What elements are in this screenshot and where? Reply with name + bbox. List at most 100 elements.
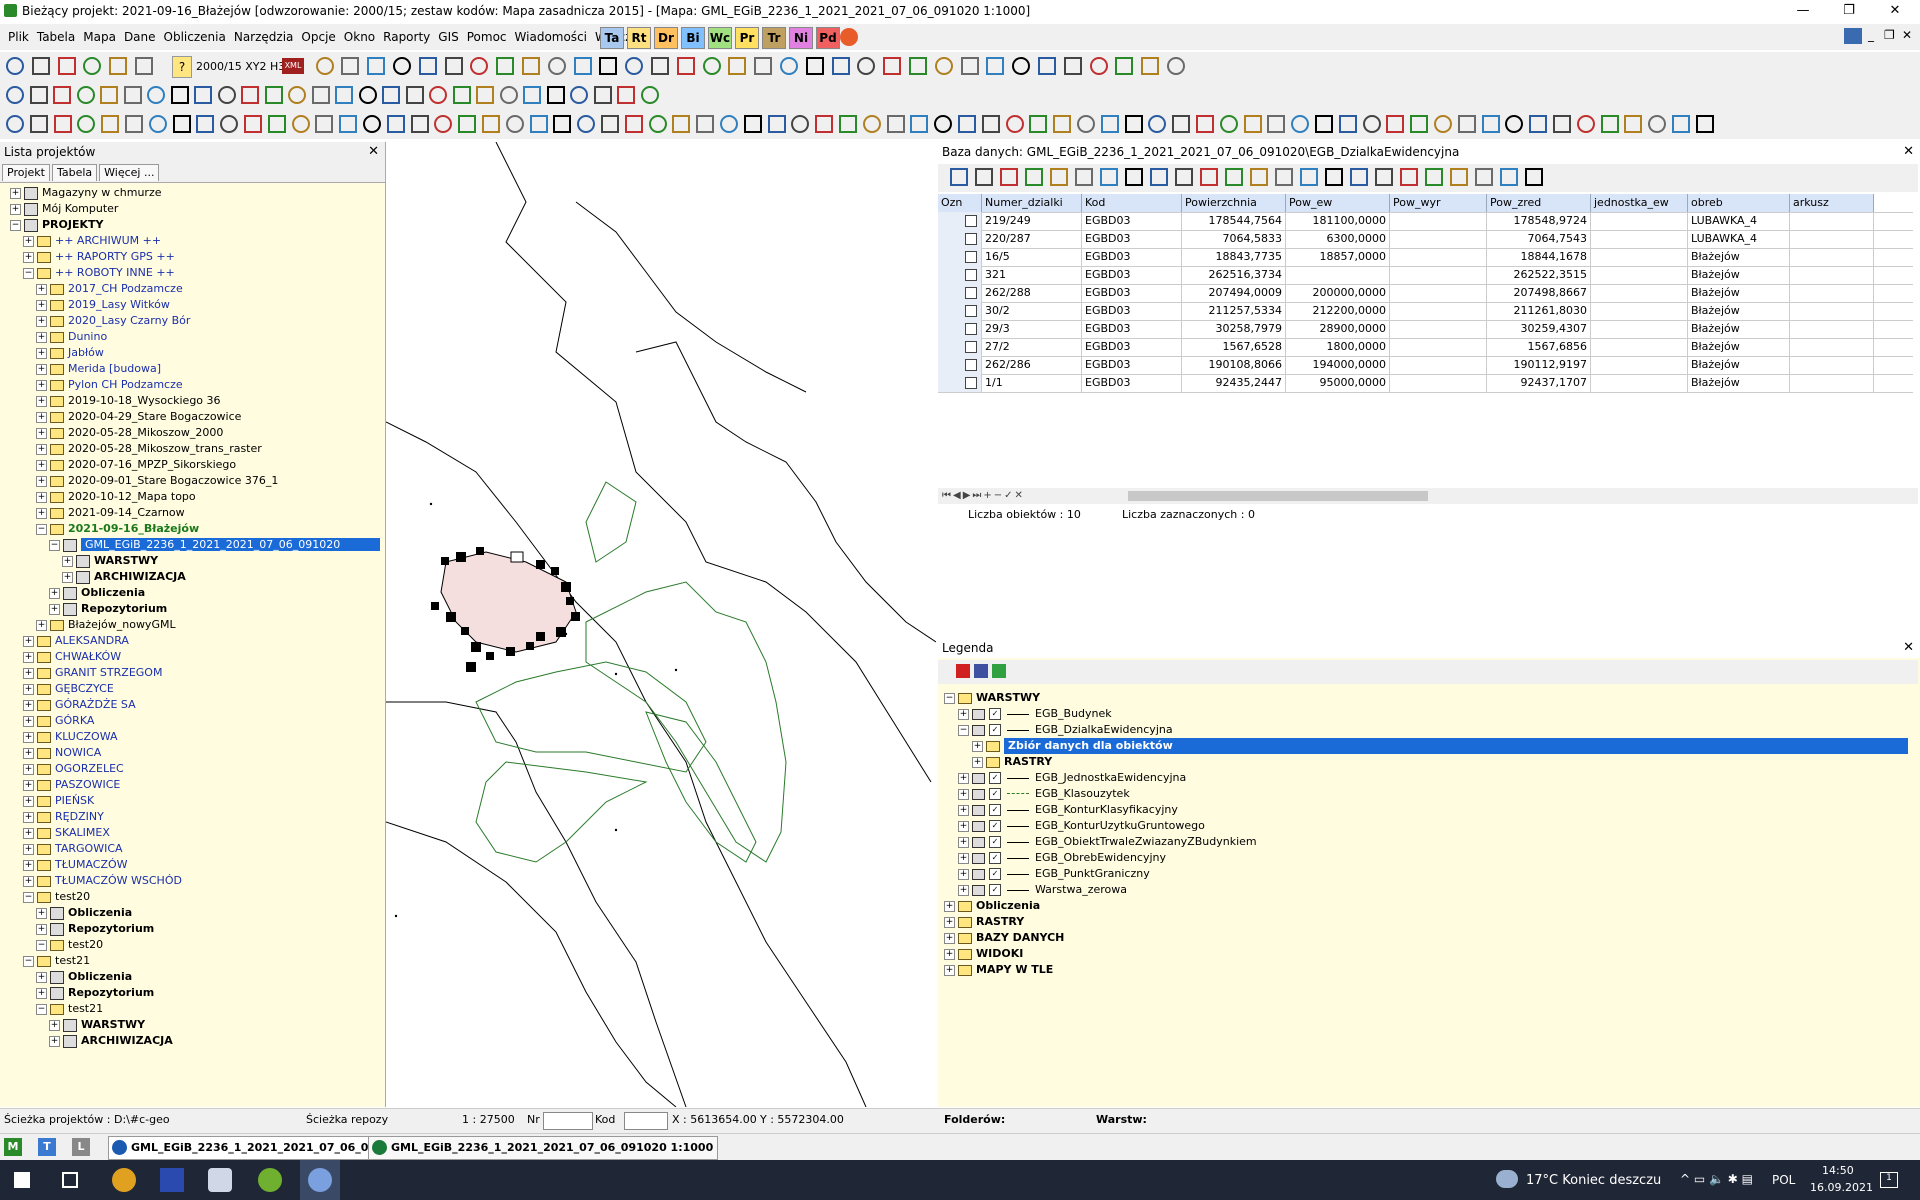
table-cell[interactable]: 262522,3515 xyxy=(1487,266,1591,284)
table-row[interactable]: 29/3 EGBD03 30258,7979 28900,0000 30259,4307… xyxy=(938,320,1913,339)
tool-icon[interactable] xyxy=(1481,115,1500,133)
tool-icon[interactable] xyxy=(147,86,165,104)
expand-toggle-icon[interactable]: + xyxy=(36,331,47,343)
expand-toggle-icon[interactable]: + xyxy=(49,587,60,599)
tool-icon[interactable] xyxy=(1434,115,1452,133)
project-tree-item[interactable]: + TŁUMACZÓW WSCHÓD xyxy=(23,873,182,889)
tool-icon[interactable] xyxy=(805,57,824,75)
table-cell[interactable]: 190108,8066 xyxy=(1182,356,1286,374)
row-marker-cell[interactable] xyxy=(938,212,982,230)
tool-icon[interactable] xyxy=(405,86,424,104)
legend-item[interactable]: + WIDOKI xyxy=(944,946,1023,962)
qgis-icon[interactable] xyxy=(258,1168,282,1192)
table-row[interactable]: 262/288 EGBD03 207494,0009 200000,0000 20749… xyxy=(938,284,1913,303)
table-cell[interactable]: 92435,2447 xyxy=(1182,374,1286,392)
tool-icon[interactable] xyxy=(170,86,189,104)
project-tree-item[interactable]: + WARSTWY xyxy=(62,553,158,569)
expand-toggle-icon[interactable]: − xyxy=(23,267,34,279)
project-tree-item[interactable]: + PIEŃSK xyxy=(23,793,94,809)
tool-icon[interactable] xyxy=(288,86,306,104)
table-cell[interactable] xyxy=(1591,374,1688,392)
layer-visibility-checkbox[interactable]: ✓ xyxy=(989,708,1001,720)
expand-toggle-icon[interactable]: + xyxy=(36,459,47,471)
table-cell[interactable]: Błażejów xyxy=(1688,374,1790,392)
tool-icon[interactable] xyxy=(1219,115,1238,133)
weather-text[interactable]: 17°C Koniec deszczu xyxy=(1526,1173,1661,1188)
table-row[interactable]: 1/1 EGBD03 92435,2447 95000,0000 92437,1707 B… xyxy=(938,374,1913,393)
layer-visibility-checkbox[interactable]: ✓ xyxy=(989,836,1001,848)
tool-icon[interactable] xyxy=(135,57,153,75)
code-set-button[interactable]: Tr xyxy=(762,27,786,49)
tool-icon[interactable] xyxy=(358,86,377,104)
expand-toggle-icon[interactable]: − xyxy=(36,1003,47,1015)
tool-icon[interactable] xyxy=(1167,57,1185,75)
table-cell[interactable]: Błażejów xyxy=(1688,338,1790,356)
table-row[interactable]: 27/2 EGBD03 1567,6528 1800,0000 1567,6856 Bła… xyxy=(938,338,1913,357)
table-cell[interactable] xyxy=(1790,320,1874,338)
tool-icon[interactable] xyxy=(910,115,929,133)
tab-wiecej[interactable]: Więcej ... xyxy=(99,164,160,181)
table-cell[interactable]: LUBAWKA_4 xyxy=(1688,212,1790,230)
database-panel-close-button[interactable]: ✕ xyxy=(1903,142,1914,162)
expand-toggle-icon[interactable]: + xyxy=(23,235,34,247)
table-cell[interactable]: Błażejów xyxy=(1688,266,1790,284)
tool-icon[interactable] xyxy=(1029,115,1048,133)
expand-toggle-icon[interactable]: + xyxy=(36,347,47,359)
clock-date[interactable]: 16.09.2021 xyxy=(1810,1181,1873,1194)
legend-item[interactable]: + ✓ EGB_ObiektTrwaleZwiazanyZBudynkiem xyxy=(958,834,1257,850)
expand-toggle-icon[interactable]: + xyxy=(958,836,969,848)
tool-icon[interactable] xyxy=(505,115,524,133)
table-cell[interactable]: 207494,0009 xyxy=(1182,284,1286,302)
project-tree-item[interactable]: + GĘBCZYCE xyxy=(23,681,114,697)
coordinate-system-label[interactable]: 2000/15 XY2 H3 xyxy=(196,60,285,73)
project-tree-item[interactable]: + ++ RAPORTY GPS ++ xyxy=(23,249,175,265)
project-tree-item[interactable]: + Obliczenia xyxy=(36,905,132,921)
tool-icon[interactable] xyxy=(883,57,902,75)
expand-toggle-icon[interactable]: + xyxy=(23,651,34,663)
table-cell[interactable]: 181100,0000 xyxy=(1286,212,1390,230)
table-cell[interactable]: 6300,0000 xyxy=(1286,230,1390,248)
expand-toggle-icon[interactable]: + xyxy=(958,852,969,864)
legend-item[interactable]: + ✓ EGB_ObrebEwidencyjny xyxy=(958,850,1166,866)
tool-icon[interactable] xyxy=(599,57,618,75)
layer-visibility-checkbox[interactable]: ✓ xyxy=(989,868,1001,880)
table-row[interactable]: 262/286 EGBD03 190108,8066 194000,0000 19011… xyxy=(938,356,1913,375)
table-cell[interactable]: 7064,5833 xyxy=(1182,230,1286,248)
expand-toggle-icon[interactable]: + xyxy=(36,283,47,295)
db-tool-icon[interactable] xyxy=(1525,168,1543,186)
db-tool-icon[interactable] xyxy=(1100,168,1118,186)
table-cell[interactable]: 92437,1707 xyxy=(1487,374,1591,392)
table-cell[interactable]: 18857,0000 xyxy=(1286,248,1390,266)
code-set-button[interactable]: Pr xyxy=(735,27,759,49)
column-header[interactable]: Numer_dzialki xyxy=(982,194,1082,212)
db-tool-icon[interactable] xyxy=(1375,168,1393,186)
table-cell[interactable] xyxy=(1790,338,1874,356)
table-cell[interactable] xyxy=(1790,284,1874,302)
table-cell[interactable]: 27/2 xyxy=(982,338,1082,356)
db-tool-icon[interactable] xyxy=(1075,168,1093,186)
table-cell[interactable]: 28900,0000 xyxy=(1286,320,1390,338)
row-marker-cell[interactable] xyxy=(938,284,982,302)
table-cell[interactable] xyxy=(1390,374,1487,392)
expand-toggle-icon[interactable]: + xyxy=(10,203,21,215)
column-header[interactable]: Pow_ew xyxy=(1286,194,1390,212)
tool-icon[interactable] xyxy=(83,57,102,75)
expand-toggle-icon[interactable]: + xyxy=(36,427,47,439)
project-tree-item[interactable]: + TARGOWICA xyxy=(23,841,123,857)
expand-toggle-icon[interactable]: + xyxy=(36,395,47,407)
table-cell[interactable]: 220/287 xyxy=(982,230,1082,248)
tool-icon[interactable] xyxy=(672,115,691,133)
project-tree-item[interactable]: + NOWICA xyxy=(23,745,101,761)
tool-icon[interactable] xyxy=(617,86,635,104)
tool-icon[interactable] xyxy=(1624,115,1643,133)
expand-toggle-icon[interactable]: − xyxy=(23,955,34,967)
menu-item[interactable]: Wiadomości xyxy=(511,24,591,50)
tool-icon[interactable] xyxy=(31,57,50,75)
table-cell[interactable] xyxy=(1591,356,1688,374)
table-cell[interactable]: 7064,7543 xyxy=(1487,230,1591,248)
tool-icon[interactable] xyxy=(1172,115,1191,133)
expand-toggle-icon[interactable]: + xyxy=(23,715,34,727)
legend-item[interactable]: + ✓ EGB_KonturUzytkuGruntowego xyxy=(958,818,1205,834)
legend-tool-icon[interactable] xyxy=(956,664,970,678)
app-mini-icon[interactable] xyxy=(1844,28,1862,44)
